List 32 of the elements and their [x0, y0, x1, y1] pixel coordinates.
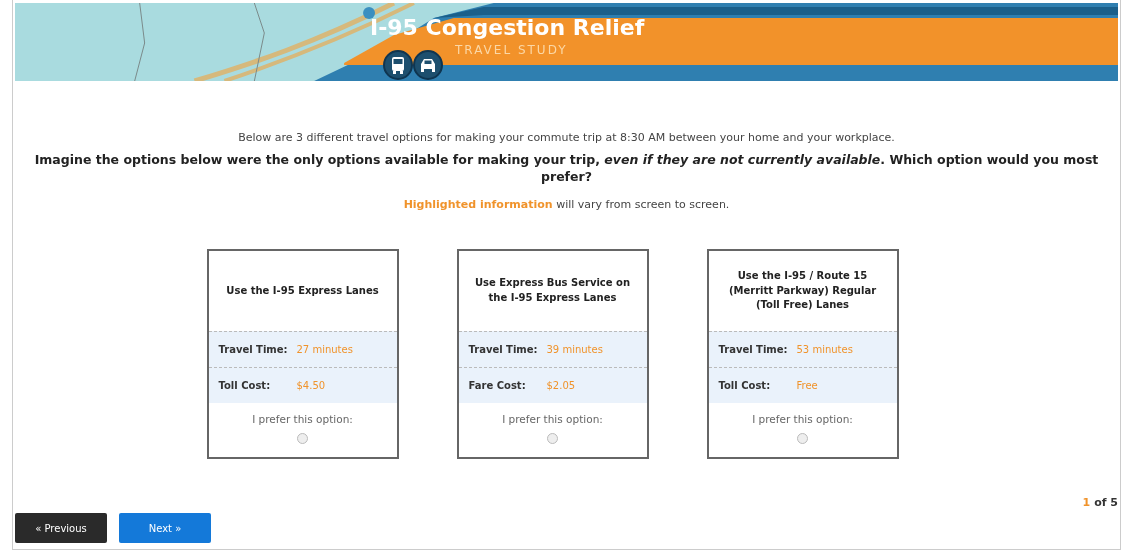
radio-button[interactable]: [547, 432, 558, 444]
radio-button[interactable]: [297, 432, 308, 444]
attribute-value: Free: [796, 379, 818, 391]
attribute-value: 27 minutes: [296, 343, 353, 355]
attribute-value: $4.50: [296, 379, 326, 391]
banner-title: I-95 Congestion Relief: [370, 15, 645, 40]
prefer-label: I prefer this option:: [752, 412, 853, 425]
question-text: Imagine the options below were the only options available for making your trip, even if they are not currently available. Which option would you most prefer?: [33, 152, 1100, 186]
note-text: Highlighted information will vary from screen to screen.: [402, 197, 731, 211]
prefer-label: I prefer this option:: [502, 412, 603, 425]
attribute-label: Toll Cost:: [718, 379, 772, 391]
radio-button[interactable]: [797, 432, 808, 444]
option-title: Use the I-95 / Route 15 (Merritt Parkway) Regular (Toll Free) Lanes: [727, 269, 878, 312]
attribute-label: Travel Time:: [718, 343, 789, 355]
option-title: Use Express Bus Service on the I-95 Express Lanes: [473, 276, 632, 305]
attribute-value: 39 minutes: [546, 343, 603, 355]
attribute-value: 53 minutes: [796, 343, 853, 355]
page-current: 1: [1082, 496, 1091, 509]
attribute-label: Travel Time:: [218, 343, 289, 355]
attribute-label: Travel Time:: [468, 343, 539, 355]
intro-text: Below are 3 different travel options for making your commute trip at 8:30 AM between your home and your workplace.: [237, 131, 896, 144]
bus-icon: [383, 50, 413, 80]
prefer-label: I prefer this option:: [252, 412, 353, 425]
option-title: Use the I-95 Express Lanes: [225, 283, 380, 298]
attribute-label: Toll Cost:: [218, 379, 272, 391]
page-total: of 5: [1094, 496, 1118, 509]
car-icon: [413, 50, 443, 80]
attribute-label: Fare Cost:: [468, 379, 527, 391]
previous-button[interactable]: « Previous: [15, 513, 107, 543]
attribute-value: $2.05: [546, 379, 576, 391]
next-button[interactable]: Next »: [119, 513, 211, 543]
banner-subtitle: TRAVEL STUDY: [455, 43, 568, 57]
